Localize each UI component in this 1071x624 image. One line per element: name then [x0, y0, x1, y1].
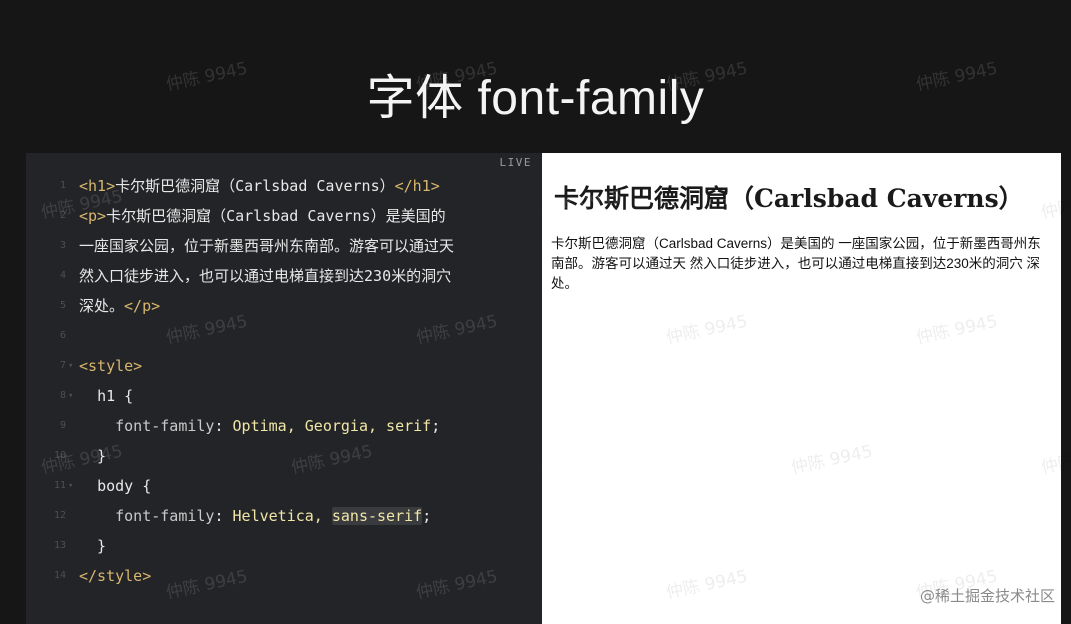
- line-number: 12: [53, 510, 66, 521]
- code-text[interactable]: h1 {: [79, 381, 133, 411]
- code-text[interactable]: <h1>卡尔斯巴德洞窟（Carlsbad Caverns）</h1>: [79, 171, 440, 201]
- line-number: 3: [59, 240, 66, 251]
- code-text[interactable]: body {: [79, 471, 151, 501]
- line-number: 8: [59, 390, 66, 401]
- line-number: 14: [53, 570, 66, 581]
- fold-toggle-icon[interactable]: ▾: [68, 351, 73, 381]
- code-text[interactable]: <p>卡尔斯巴德洞窟（Carlsbad Caverns）是美国的: [79, 201, 446, 231]
- code-line[interactable]: 4 然入口徒步进入，也可以通过电梯直接到达230米的洞穴: [26, 261, 542, 291]
- code-line[interactable]: 7 ▾ <style>: [26, 351, 542, 381]
- line-number: 5: [59, 300, 66, 311]
- code-text[interactable]: 一座国家公园，位于新墨西哥州东南部。游客可以通过天: [79, 231, 454, 261]
- line-number: 13: [53, 540, 66, 551]
- line-number: 6: [59, 330, 66, 341]
- code-text[interactable]: 然入口徒步进入，也可以通过电梯直接到达230米的洞穴: [79, 261, 451, 291]
- code-text[interactable]: font-family: Helvetica, sans-serif;: [79, 501, 431, 531]
- code-editor[interactable]: LIVE 1 <h1>卡尔斯巴德洞窟（Carlsbad Caverns）</h1>…: [26, 153, 542, 624]
- code-text[interactable]: font-family: Optima, Georgia, serif;: [79, 411, 440, 441]
- code-line[interactable]: 11 ▾ body {: [26, 471, 542, 501]
- line-number: 7: [59, 360, 66, 371]
- code-line[interactable]: 8 ▾ h1 {: [26, 381, 542, 411]
- code-text[interactable]: }: [79, 531, 106, 561]
- slide-title: 字体 font-family: [366, 72, 705, 125]
- credit-text: @稀土掘金技术社区: [919, 587, 1055, 605]
- live-badge: LIVE: [499, 156, 532, 169]
- fold-toggle-icon[interactable]: ▾: [68, 381, 73, 411]
- code-text[interactable]: </style>: [79, 561, 151, 591]
- code-text[interactable]: <style>: [79, 351, 142, 381]
- preview-paragraph: 卡尔斯巴德洞窟（Carlsbad Caverns）是美国的 一座国家公园，位于新…: [551, 236, 1041, 291]
- fold-toggle-icon[interactable]: ▾: [68, 471, 73, 501]
- line-number: 4: [59, 270, 66, 281]
- code-line[interactable]: 12 font-family: Helvetica, sans-serif;: [26, 501, 542, 531]
- code-line[interactable]: 13 }: [26, 531, 542, 561]
- line-number: 9: [59, 420, 66, 431]
- code-line[interactable]: 9 font-family: Optima, Georgia, serif;: [26, 411, 542, 441]
- live-preview: 卡尔斯巴德洞窟（Carlsbad Caverns） 卡尔斯巴德洞窟（Carlsb…: [542, 153, 1061, 624]
- preview-heading: 卡尔斯巴德洞窟（Carlsbad Caverns）: [554, 184, 1024, 213]
- code-text[interactable]: 深处。</p>: [79, 291, 160, 321]
- code-line[interactable]: 3 一座国家公园，位于新墨西哥州东南部。游客可以通过天: [26, 231, 542, 261]
